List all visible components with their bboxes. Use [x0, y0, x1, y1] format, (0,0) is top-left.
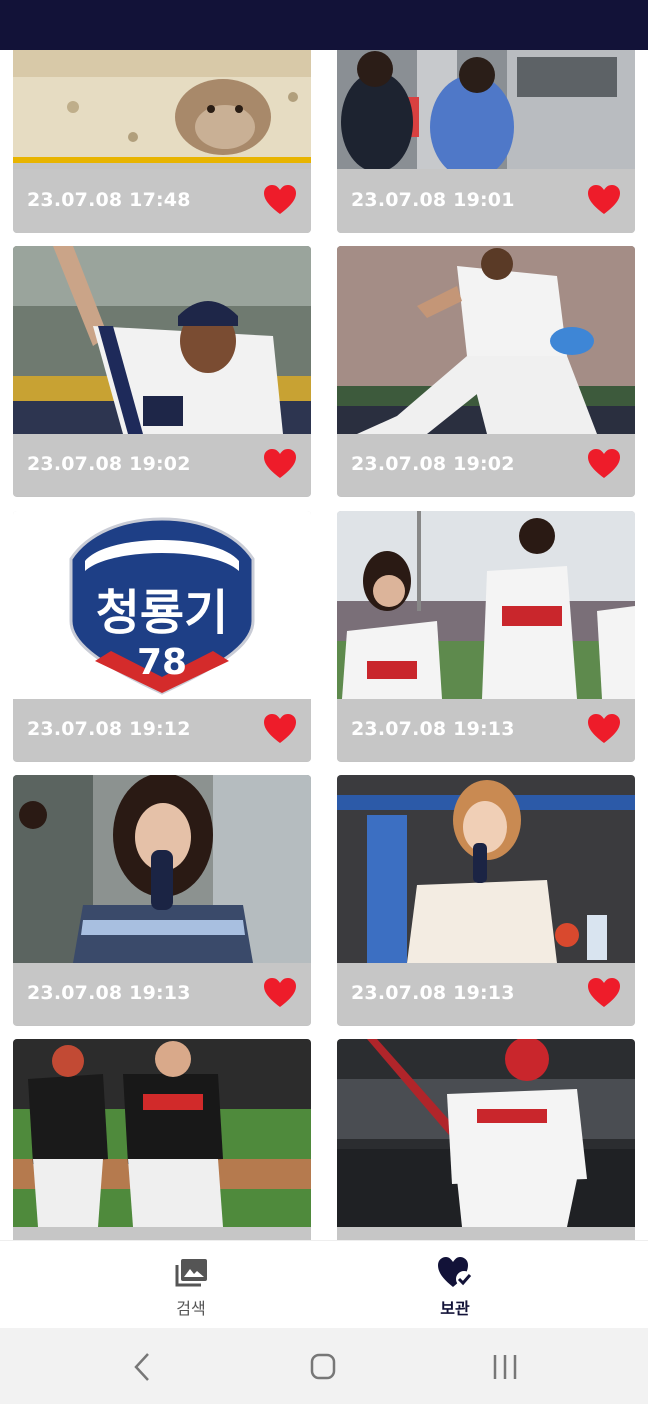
photo-caption: 23.07.08 19:12: [13, 699, 311, 761]
photo-timestamp: 23.07.08 19:13: [27, 982, 191, 1004]
photo-caption: 23.07.08 17:48: [13, 169, 311, 233]
heart-filled-icon[interactable]: [263, 713, 297, 745]
photo-thumbnail[interactable]: [337, 246, 635, 434]
photo-caption: 23.07.08 19:02: [337, 434, 635, 496]
back-icon[interactable]: [122, 1350, 162, 1384]
system-navigation-bar: [0, 1328, 648, 1404]
photo-thumbnail[interactable]: [13, 246, 311, 434]
photo-card[interactable]: 23.07.08 19:01: [337, 50, 635, 233]
photo-card[interactable]: [13, 1039, 311, 1240]
photo-card[interactable]: [337, 1039, 635, 1240]
photo-thumbnail[interactable]: [13, 1039, 311, 1227]
nav-search-label: 검색: [176, 1299, 206, 1318]
heart-filled-icon[interactable]: [263, 184, 297, 216]
nav-saved-label: 보관: [440, 1299, 470, 1318]
bottom-navigation-bar: 검색 보관: [0, 1240, 648, 1329]
photo-card[interactable]: 청룡기 78 23.07.08 19:12: [13, 511, 311, 762]
heart-filled-icon[interactable]: [587, 977, 621, 1009]
photo-timestamp: 23.07.08 19:13: [351, 718, 515, 740]
photo-card[interactable]: 23.07.08 19:13: [13, 775, 311, 1026]
photo-caption: 23.07.08 19:02: [13, 434, 311, 496]
status-bar: [0, 0, 648, 50]
photo-timestamp: 23.07.08 19:13: [351, 982, 515, 1004]
photo-timestamp: 23.07.08 19:12: [27, 718, 191, 740]
recent-apps-icon[interactable]: [485, 1350, 525, 1384]
photo-timestamp: 23.07.08 19:01: [351, 189, 515, 211]
photo-album-icon: [175, 1259, 207, 1287]
photo-timestamp: 23.07.08 19:02: [27, 453, 191, 475]
saved-photo-grid[interactable]: 23.07.08 17:48 23.07.08 19:01 23.07.08 1…: [0, 50, 648, 1240]
photo-card[interactable]: 23.07.08 19:02: [337, 246, 635, 497]
logo-text: 청룡기: [96, 585, 228, 641]
photo-timestamp: 23.07.08 17:48: [27, 189, 191, 211]
heart-filled-icon[interactable]: [587, 448, 621, 480]
nav-saved[interactable]: 보관: [375, 1241, 535, 1329]
photo-thumbnail[interactable]: [13, 50, 311, 163]
nav-search[interactable]: 검색: [111, 1241, 271, 1329]
photo-caption: [13, 1227, 311, 1240]
photo-thumbnail[interactable]: [337, 775, 635, 963]
photo-thumbnail[interactable]: [337, 1039, 635, 1227]
photo-card[interactable]: 23.07.08 19:02: [13, 246, 311, 497]
photo-card[interactable]: 23.07.08 19:13: [337, 511, 635, 762]
photo-thumbnail[interactable]: [13, 775, 311, 963]
heart-filled-icon[interactable]: [587, 184, 621, 216]
heart-check-icon: [438, 1257, 472, 1287]
photo-card[interactable]: 23.07.08 19:13: [337, 775, 635, 1026]
photo-caption: [337, 1227, 635, 1240]
photo-thumbnail[interactable]: [337, 50, 635, 169]
heart-filled-icon[interactable]: [263, 977, 297, 1009]
photo-card[interactable]: 23.07.08 17:48: [13, 50, 311, 233]
heart-filled-icon[interactable]: [263, 448, 297, 480]
photo-thumbnail[interactable]: 청룡기 78: [13, 511, 311, 699]
photo-thumbnail[interactable]: [337, 511, 635, 699]
logo-number: 78: [137, 642, 187, 683]
heart-filled-icon[interactable]: [587, 713, 621, 745]
home-icon[interactable]: [303, 1350, 343, 1384]
photo-caption: 23.07.08 19:01: [337, 169, 635, 233]
photo-caption: 23.07.08 19:13: [337, 699, 635, 761]
photo-caption: 23.07.08 19:13: [13, 963, 311, 1025]
photo-timestamp: 23.07.08 19:02: [351, 453, 515, 475]
photo-caption: 23.07.08 19:13: [337, 963, 635, 1025]
